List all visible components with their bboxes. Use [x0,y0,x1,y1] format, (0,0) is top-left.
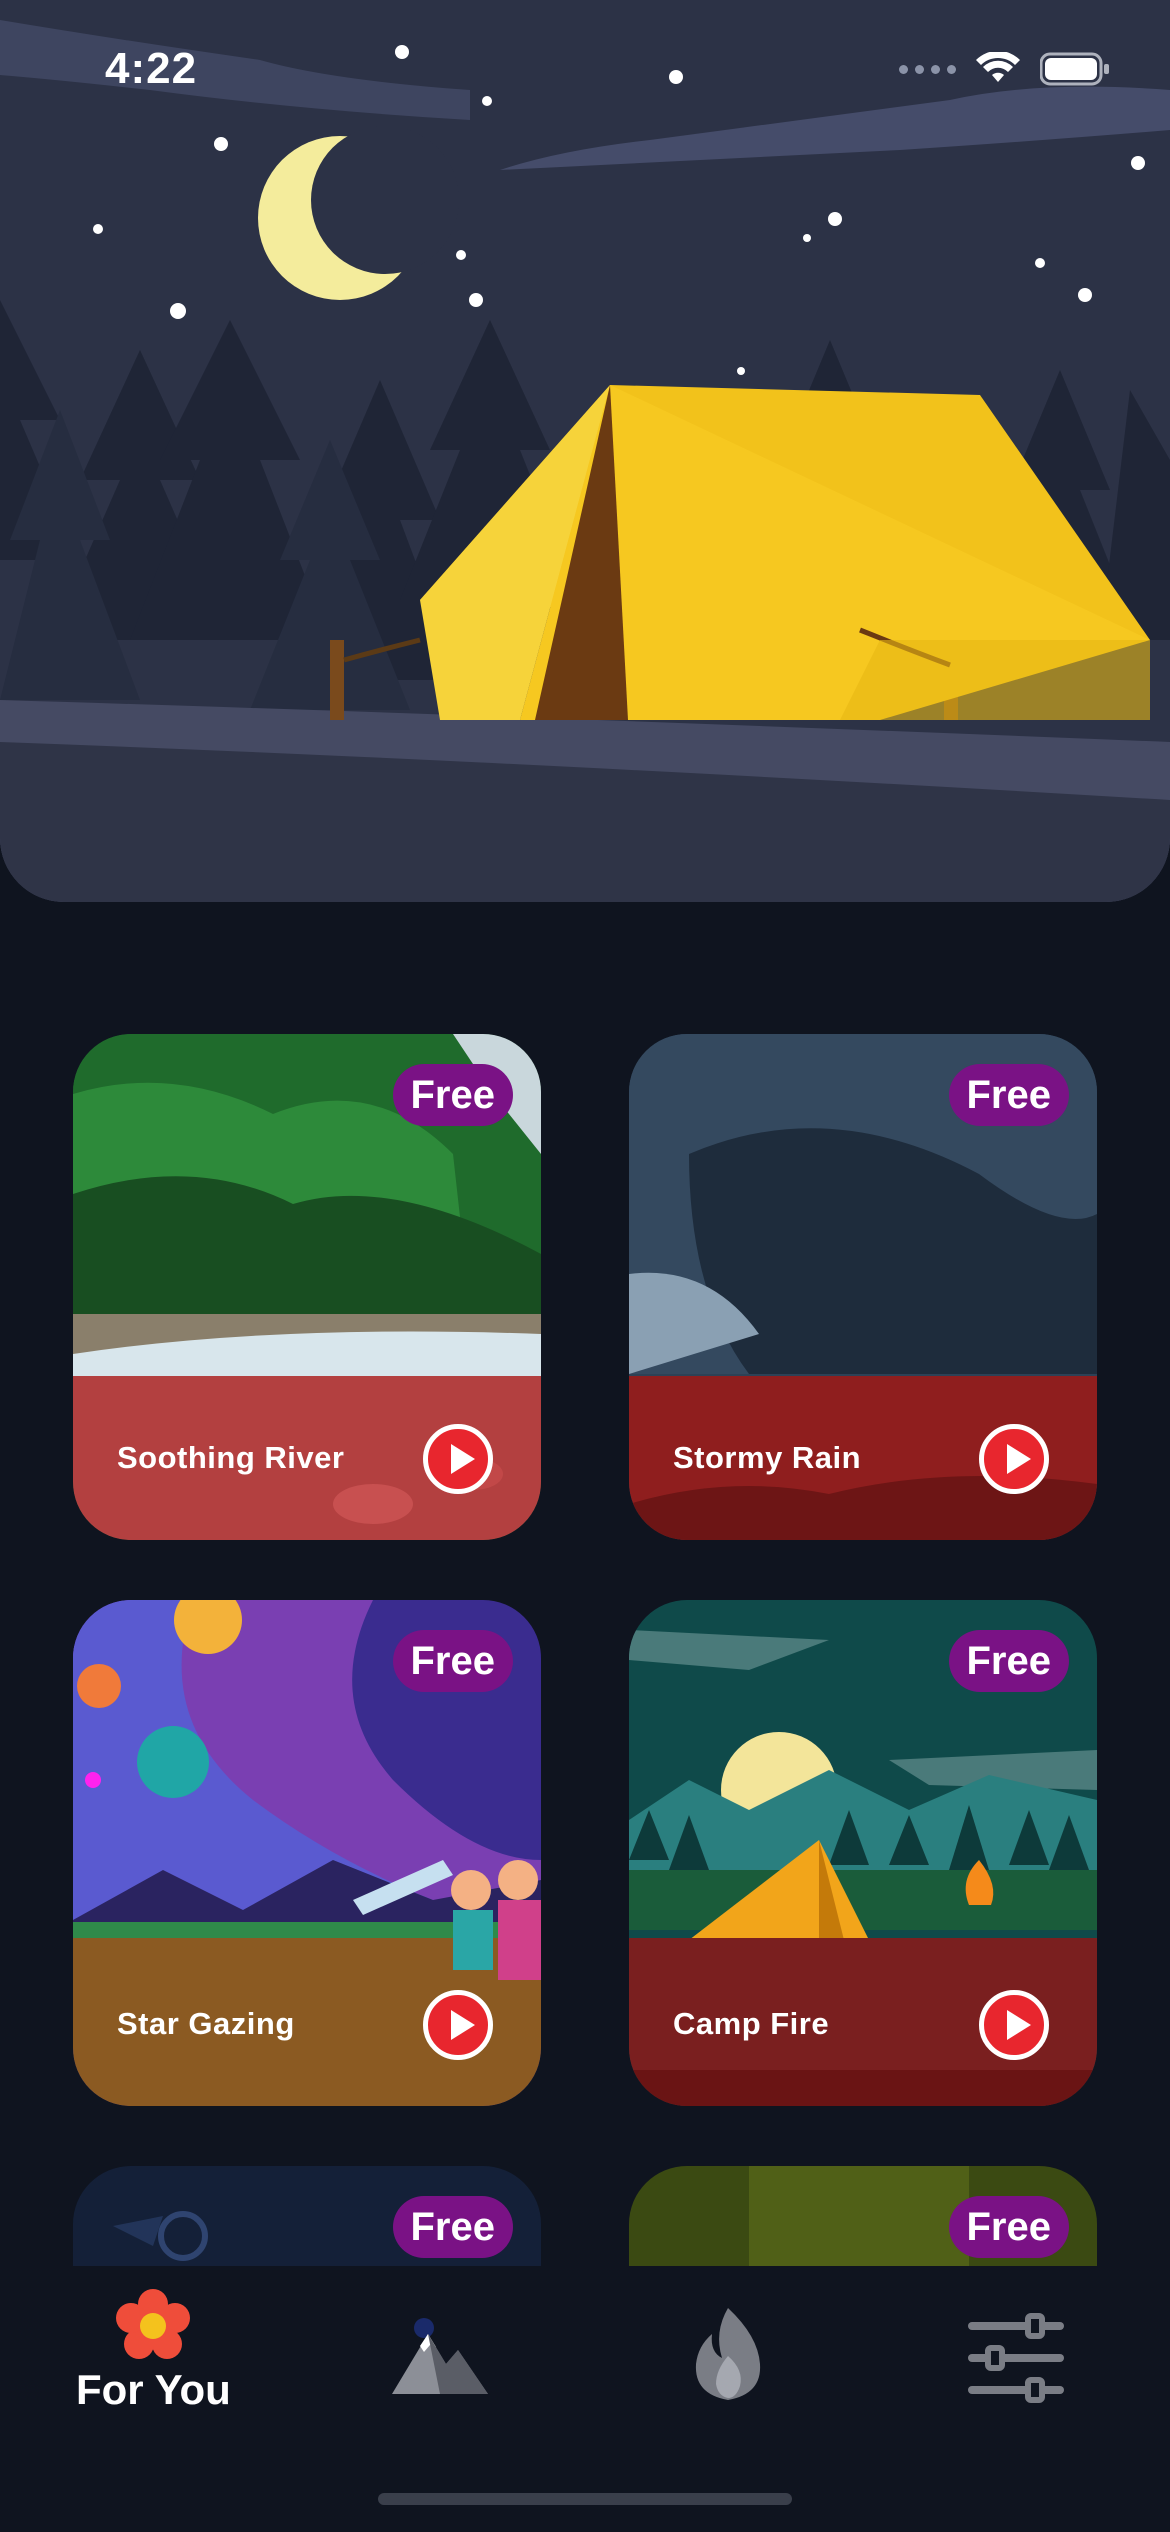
play-button[interactable] [979,1424,1049,1494]
card-title: Camp Fire [673,2006,830,2041]
free-badge: Free [948,2196,1069,2258]
flower-icon [116,2289,190,2359]
card-title: Stormy Rain [673,1440,862,1475]
sound-card-stormy-rain[interactable]: Free Stormy Rain [629,1034,1097,1540]
free-badge: Free [948,1630,1069,1692]
cellular-signal-icon [899,64,956,74]
status-indicators [899,52,1110,86]
mountain-icon [392,2318,488,2394]
status-time: 4:22 [105,44,198,93]
sliders-icon [968,2313,1064,2403]
free-badge: Free [392,2196,513,2258]
sound-card-6[interactable]: Free [629,2166,1097,2266]
tab-explore[interactable] [388,2266,498,2406]
tab-label: For You [76,2366,231,2413]
free-badge: Free [392,1064,513,1126]
sound-card-star-gazing[interactable]: Free Star Gazing [73,1600,541,2106]
play-button[interactable] [979,1990,1049,2060]
sound-card-camp-fire[interactable]: Free Camp Fire [629,1600,1097,2106]
sound-card-soothing-river[interactable]: Free Soothing River [73,1034,541,1540]
home-indicator [378,2493,792,2505]
flame-icon [695,2308,761,2400]
play-button[interactable] [423,1990,493,2060]
sound-card-5[interactable]: Free [73,2166,541,2266]
battery-icon [1040,52,1109,86]
hero-banner [0,0,1170,902]
free-badge: Free [392,1630,513,1692]
play-button[interactable] [423,1424,493,1494]
camping-night-illustration [0,0,1170,902]
card-title: Star Gazing [117,2006,295,2041]
tab-popular[interactable] [680,2266,780,2406]
tab-for-you[interactable]: For You [70,2266,231,2416]
wifi-icon [976,52,1020,82]
card-title: Soothing River [117,1440,345,1475]
tab-settings[interactable] [960,2266,1070,2406]
free-badge: Free [948,1064,1069,1126]
